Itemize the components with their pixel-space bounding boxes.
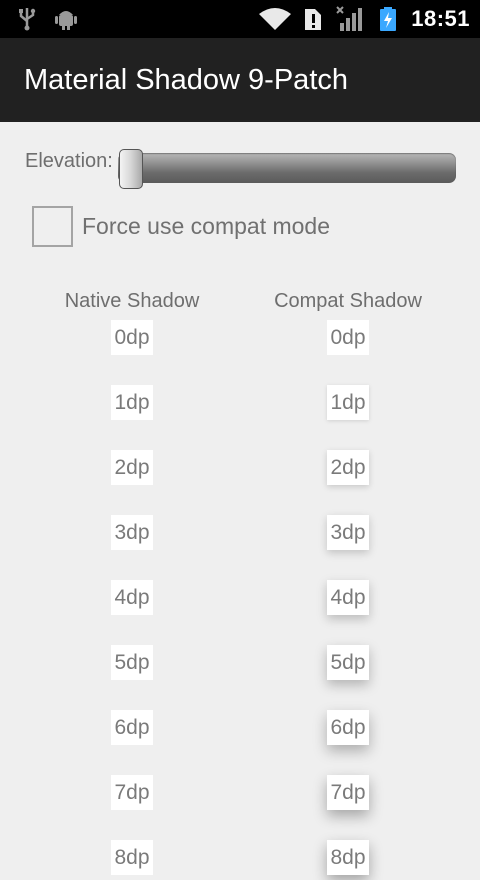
compat-shadow-header: Compat Shadow: [274, 290, 422, 312]
native-card-label: 3dp: [111, 515, 153, 550]
compat-card-0: 0dp: [318, 320, 378, 360]
compat-card-label: 2dp: [327, 450, 369, 485]
native-shadow-header: Native Shadow: [64, 290, 200, 312]
compat-card-3: 3dp: [318, 515, 378, 555]
compat-mode-checkbox[interactable]: [32, 206, 73, 247]
native-card-label: 7dp: [111, 775, 153, 810]
compat-card-label: 3dp: [327, 515, 369, 550]
signal-icon: [336, 6, 362, 31]
status-time: 18:51: [411, 6, 470, 31]
compat-card-7: 7dp: [318, 775, 378, 815]
elevation-label: Elevation:: [25, 150, 113, 172]
native-card-7: 7dp: [102, 775, 162, 815]
action-bar: Material Shadow 9-Patch: [0, 38, 480, 122]
native-card-label: 4dp: [111, 580, 153, 615]
compat-card-label: 1dp: [327, 385, 369, 420]
android-debug-icon: [55, 11, 77, 30]
native-card-label: 6dp: [111, 710, 153, 745]
native-card-label: 2dp: [111, 450, 153, 485]
native-card-0: 0dp: [102, 320, 162, 360]
native-card-label: 8dp: [111, 840, 153, 875]
compat-card-5: 5dp: [318, 645, 378, 685]
compat-card-label: 4dp: [327, 580, 369, 615]
native-card-6: 6dp: [102, 710, 162, 750]
compat-mode-label[interactable]: Force use compat mode: [82, 212, 330, 240]
compat-card-8: 8dp: [318, 840, 378, 880]
native-card-8: 8dp: [102, 840, 162, 880]
compat-card-label: 6dp: [327, 710, 369, 745]
alert-icon: [305, 9, 321, 30]
compat-card-1: 1dp: [318, 385, 378, 425]
native-card-4: 4dp: [102, 580, 162, 620]
compat-card-label: 0dp: [327, 320, 369, 355]
compat-card-4: 4dp: [318, 580, 378, 620]
compat-card-label: 5dp: [327, 645, 369, 680]
compat-card-2: 2dp: [318, 450, 378, 490]
native-card-1: 1dp: [102, 385, 162, 425]
native-card-label: 5dp: [111, 645, 153, 680]
app-title: Material Shadow 9-Patch: [24, 64, 348, 96]
compat-card-label: 7dp: [327, 775, 369, 810]
compat-card-6: 6dp: [318, 710, 378, 750]
native-card-label: 1dp: [111, 385, 153, 420]
native-card-2: 2dp: [102, 450, 162, 490]
elevation-slider-thumb[interactable]: [119, 149, 143, 189]
native-card-label: 0dp: [111, 320, 153, 355]
status-bar: 18:51: [0, 0, 480, 38]
native-card-3: 3dp: [102, 515, 162, 555]
native-card-5: 5dp: [102, 645, 162, 685]
usb-icon: [19, 8, 36, 31]
wifi-icon: [259, 8, 291, 30]
elevation-slider-track[interactable]: [118, 153, 456, 183]
compat-card-label: 8dp: [327, 840, 369, 875]
battery-charging-icon: [380, 7, 396, 31]
